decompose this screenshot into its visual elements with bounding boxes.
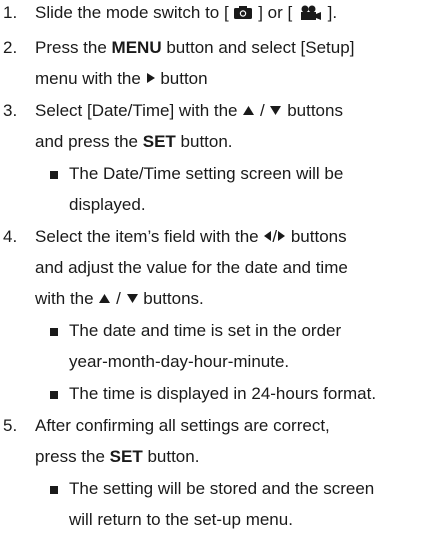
- bullet-text-line-1: The Date/Time setting screen will be: [69, 164, 344, 183]
- step-number: 3.: [3, 101, 18, 120]
- bullet-text-line-2: will return to the set-up menu.: [69, 510, 293, 529]
- step-text-line-3: with the / buttons.: [35, 289, 204, 308]
- camera-icon: [233, 5, 253, 19]
- bullet-square-icon: [50, 486, 58, 494]
- step-text-line-2: and press the SET button.: [35, 132, 233, 151]
- step-text-line-2: and adjust the value for the date and ti…: [35, 258, 348, 277]
- bullet-square-icon: [50, 391, 58, 399]
- step-text-line-2: press the SET button.: [35, 447, 200, 466]
- step-text-line-1: Select [Date/Time] with the / buttons: [35, 101, 343, 120]
- step-number: 1.: [3, 3, 18, 22]
- down-arrow-icon: [270, 106, 282, 115]
- right-arrow-icon: [278, 231, 286, 241]
- bullet-text-line-1: The time is displayed in 24-hours format…: [69, 384, 377, 403]
- step-text-line-1: Select the item’s field with the / butto…: [35, 227, 347, 246]
- bullet-text-line-1: The date and time is set in the order: [69, 321, 342, 340]
- up-arrow-icon: [243, 106, 255, 115]
- right-arrow-icon: [146, 73, 155, 83]
- down-arrow-icon: [126, 294, 138, 303]
- bullet-square-icon: [50, 171, 58, 179]
- bullet-square-icon: [50, 328, 58, 336]
- bullet-text-line-1: The setting will be stored and the scree…: [69, 479, 375, 498]
- step-text-line-2: menu with the button: [35, 69, 208, 88]
- step-number: 4.: [3, 227, 18, 246]
- up-arrow-icon: [99, 294, 111, 303]
- step-number: 5.: [3, 416, 18, 435]
- step-text: Slide the mode switch to [ ] or [ ].: [35, 3, 338, 22]
- step-text-line-1: Press the MENU button and select [Setup]: [35, 38, 355, 57]
- bullet-text-line-2: displayed.: [69, 195, 146, 214]
- video-camera-icon: [297, 5, 323, 20]
- bullet-text-line-2: year-month-day-hour-minute.: [69, 352, 290, 371]
- instruction-page: 1. Slide the mode switch to [ ] or []. …: [0, 0, 441, 542]
- step-text-line-1: After confirming all settings are correc…: [35, 416, 330, 435]
- step-number: 2.: [3, 38, 18, 57]
